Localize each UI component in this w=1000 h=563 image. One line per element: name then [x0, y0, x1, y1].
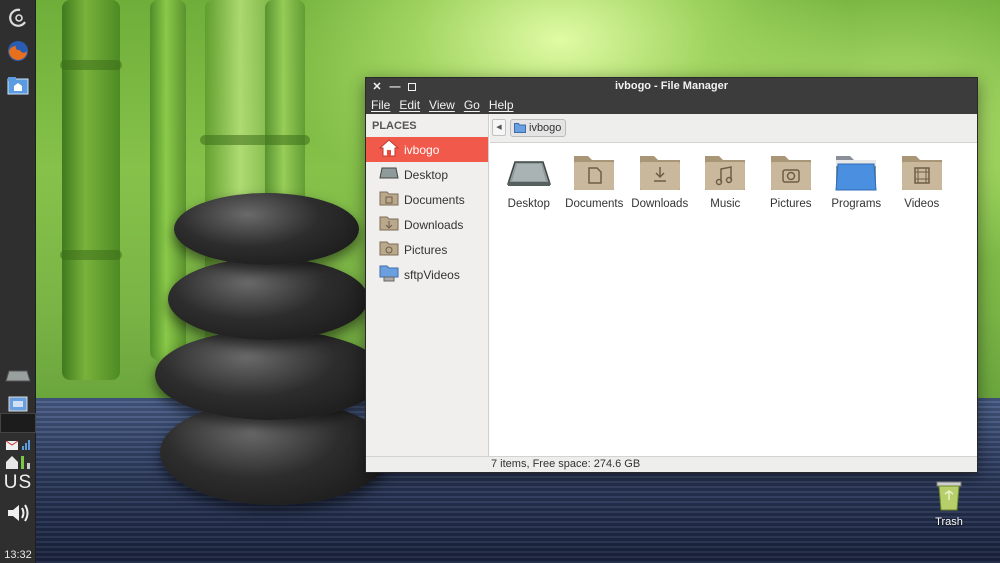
sidebar-item-downloads[interactable]: Downloads	[366, 212, 488, 237]
file-label: Videos	[904, 198, 940, 210]
file-label: Downloads	[631, 198, 689, 210]
bamboo-node	[60, 250, 122, 260]
file-label: Music	[710, 198, 741, 210]
volume-icon[interactable]	[4, 499, 32, 527]
trash-label: Trash	[935, 516, 963, 528]
file-item-documents[interactable]: Documents	[562, 152, 628, 210]
trash-icon	[936, 481, 962, 511]
file-item-programs[interactable]: Programs	[824, 152, 890, 210]
bamboo-node	[200, 135, 310, 145]
folder-pictures-icon	[770, 156, 811, 190]
file-item-desktop[interactable]: Desktop	[496, 152, 562, 210]
stone	[174, 193, 359, 265]
places-sidebar: PLACES ivbogo Desktop Documents Download…	[366, 114, 489, 456]
window-title: ivbogo - File Manager	[614, 80, 729, 92]
desktop-icon	[379, 166, 399, 183]
file-grid: Desktop Documents Downloads Music Pictur…	[496, 152, 955, 210]
path-back-button[interactable]: ◀	[492, 119, 506, 136]
file-manager-window: ✕ — ivbogo - File Manager File Edit View…	[365, 77, 978, 473]
sidebar-item-home[interactable]: ivbogo	[366, 137, 488, 162]
network-folder-icon	[379, 264, 399, 285]
titlebar[interactable]: ✕ — ivbogo - File Manager	[366, 78, 977, 96]
folder-icon	[514, 123, 526, 133]
desktop-icon	[506, 161, 551, 186]
sidebar-item-desktop[interactable]: Desktop	[366, 162, 488, 187]
menu-help[interactable]: Help	[489, 96, 514, 114]
sidebar-item-documents[interactable]: Documents	[366, 187, 488, 212]
folder-documents-icon	[379, 190, 399, 209]
folder-blue-icon	[835, 156, 877, 191]
drive-icon[interactable]	[4, 362, 32, 390]
sidebar-item-label: Pictures	[404, 242, 448, 257]
menu-view[interactable]: View	[429, 96, 455, 114]
file-label: Desktop	[507, 198, 550, 210]
bamboo-node	[60, 60, 122, 70]
folder-music-icon	[705, 156, 746, 190]
stone	[155, 330, 385, 420]
stone	[168, 258, 368, 340]
sidebar-item-sftpvideos[interactable]: sftpVideos	[366, 262, 488, 287]
folder-documents-icon	[574, 156, 615, 190]
firefox-icon[interactable]	[4, 37, 32, 65]
file-item-pictures[interactable]: Pictures	[758, 152, 824, 210]
panel-clock[interactable]: 13:32	[0, 549, 36, 561]
tray-area	[0, 413, 36, 433]
status-bar: 7 items, Free space: 274.6 GB	[366, 456, 977, 472]
home-icon	[378, 139, 400, 160]
sidebar-item-label: Desktop	[404, 167, 449, 182]
file-label: Documents	[565, 198, 624, 210]
keyboard-layout-indicator[interactable]: US	[0, 472, 36, 494]
sidebar-item-label: ivbogo	[404, 142, 440, 157]
folder-pictures-icon	[379, 240, 399, 259]
menu-edit[interactable]: Edit	[399, 96, 420, 114]
sidebar-item-label: sftpVideos	[404, 267, 460, 282]
breadcrumb-home[interactable]: ivbogo	[510, 119, 567, 137]
breadcrumb-label: ivbogo	[529, 122, 562, 134]
sidebar-item-label: Documents	[404, 192, 465, 207]
window-body: PLACES ivbogo Desktop Documents Download…	[366, 114, 977, 456]
folder-downloads-icon	[379, 215, 399, 234]
file-view[interactable]: ◀ ivbogo Desktop Documents Downloads Mus…	[490, 114, 977, 456]
menubar: File Edit View Go Help	[366, 96, 977, 114]
file-item-downloads[interactable]: Downloads	[627, 152, 693, 210]
file-label: Pictures	[769, 198, 812, 210]
file-manager-launcher-icon[interactable]	[4, 72, 32, 100]
bamboo-stalk	[62, 0, 120, 380]
sidebar-item-label: Downloads	[404, 217, 464, 232]
debian-menu-icon[interactable]	[4, 4, 32, 32]
menu-file[interactable]: File	[371, 96, 390, 114]
places-heading: PLACES	[372, 120, 417, 132]
sidebar-item-pictures[interactable]: Pictures	[366, 237, 488, 262]
path-bar: ◀ ivbogo	[490, 114, 977, 143]
desktop-trash[interactable]: Trash	[918, 478, 980, 528]
folder-downloads-icon	[639, 156, 680, 190]
file-label: Programs	[831, 198, 882, 210]
folder-videos-icon	[901, 156, 942, 190]
file-item-music[interactable]: Music	[693, 152, 759, 210]
file-item-videos[interactable]: Videos	[889, 152, 955, 210]
left-panel: US 13:32	[0, 0, 36, 563]
menu-go[interactable]: Go	[464, 96, 480, 114]
